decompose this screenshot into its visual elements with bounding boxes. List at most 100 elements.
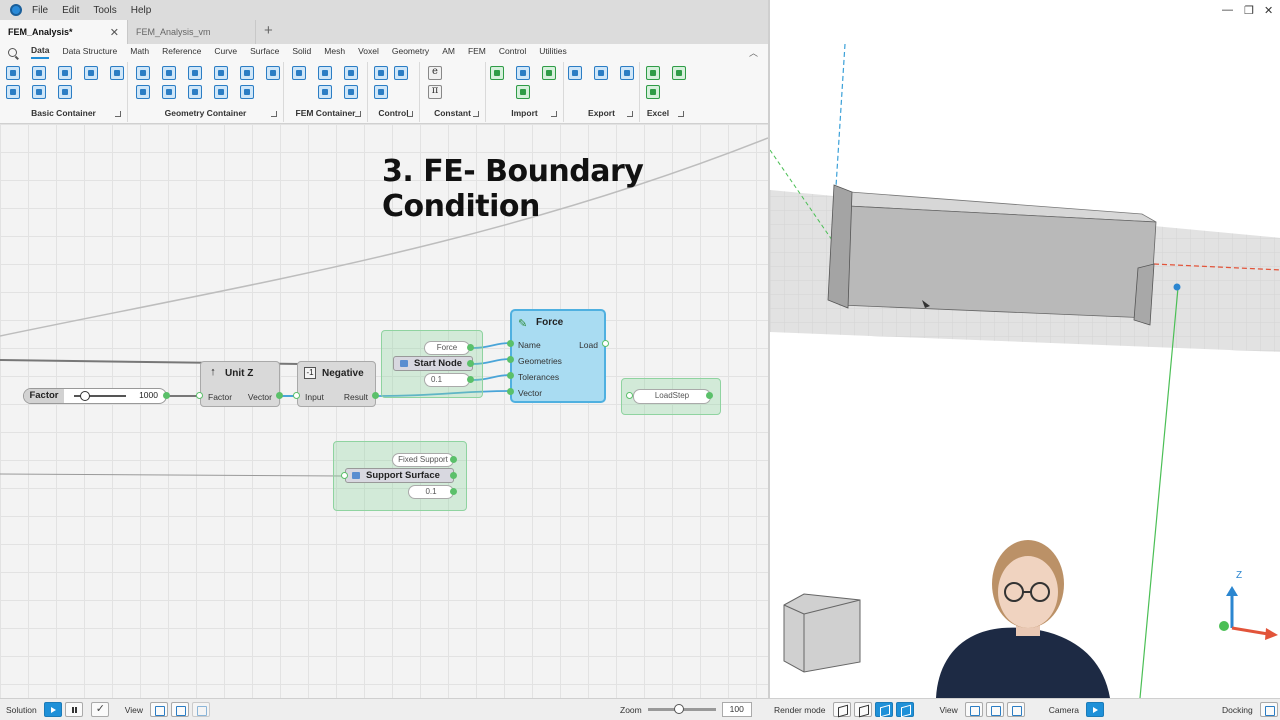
input-pin[interactable] — [507, 356, 514, 363]
tab-fem-analysis[interactable]: FEM_Analysis* ✕ — [0, 20, 128, 44]
3d-viewport[interactable]: — ❐ ✕ Z — [768, 0, 1280, 698]
pause-button[interactable] — [64, 702, 83, 717]
panel-icon[interactable] — [394, 66, 408, 80]
container-icon[interactable] — [58, 85, 72, 99]
input-pin[interactable] — [196, 392, 203, 399]
geometry-icon[interactable] — [214, 66, 228, 80]
output-pin[interactable] — [467, 376, 474, 383]
output-pin[interactable] — [467, 344, 474, 351]
docking-button[interactable] — [1259, 702, 1278, 717]
collapse-ribbon-icon[interactable]: ︿ — [749, 46, 758, 59]
container-icon[interactable] — [32, 85, 46, 99]
container-icon[interactable] — [110, 66, 124, 80]
input-pin[interactable] — [507, 388, 514, 395]
output-pin[interactable] — [372, 392, 379, 399]
output-pin[interactable] — [450, 488, 457, 495]
menu-help[interactable]: Help — [131, 5, 152, 16]
input-pin[interactable] — [293, 392, 300, 399]
force-name-pill[interactable]: Force — [424, 341, 470, 355]
force-node[interactable]: ✎ Force Name Geometries Tolerances Vecto… — [510, 309, 606, 403]
menu-file[interactable]: File — [32, 5, 48, 16]
fem-icon[interactable] — [318, 85, 332, 99]
loadstep-pill[interactable]: LoadStep — [633, 389, 711, 404]
export-icon[interactable] — [620, 66, 634, 80]
import-image-icon[interactable] — [516, 85, 530, 99]
factor-slider-node[interactable]: Factor 1000 — [23, 388, 167, 404]
toggle-icon[interactable] — [374, 66, 388, 80]
output-pin[interactable] — [163, 392, 170, 399]
group-expander-icon[interactable] — [551, 111, 557, 117]
rendered-mode-button[interactable] — [895, 702, 914, 717]
zoom-input[interactable]: 100 — [721, 702, 752, 717]
slider-knob[interactable] — [80, 391, 90, 401]
close-icon[interactable]: ✕ — [110, 26, 119, 39]
import-icon[interactable] — [542, 66, 556, 80]
cat-tab-solid[interactable]: Solid — [292, 46, 311, 58]
group-expander-icon[interactable] — [627, 111, 633, 117]
geometry-icon[interactable] — [214, 85, 228, 99]
cat-tab-data[interactable]: Data — [31, 45, 50, 59]
geometry-icon[interactable] — [136, 66, 150, 80]
export-icon[interactable] — [568, 66, 582, 80]
menu-edit[interactable]: Edit — [62, 5, 79, 16]
zoom-window-button[interactable] — [192, 702, 210, 717]
cat-tab-utilities[interactable]: Utilities — [539, 46, 566, 58]
geometry-icon[interactable] — [188, 66, 202, 80]
input-pin[interactable] — [341, 472, 348, 479]
geometry-icon[interactable] — [188, 85, 202, 99]
negative-node[interactable]: -1 Negative Input Result — [297, 361, 376, 407]
geometry-icon[interactable] — [240, 85, 254, 99]
unit-z-node[interactable]: ↑ Unit Z Factor Vector — [200, 361, 280, 407]
slider-icon[interactable] — [374, 85, 388, 99]
cat-tab-surface[interactable]: Surface — [250, 46, 279, 58]
input-pin[interactable] — [507, 340, 514, 347]
excel-icon[interactable] — [646, 85, 660, 99]
container-icon[interactable] — [6, 66, 20, 80]
cat-tab-data-structure[interactable]: Data Structure — [62, 46, 117, 58]
fixed-support-pill[interactable]: Fixed Support — [392, 453, 454, 467]
restore-icon[interactable]: ❐ — [1244, 4, 1254, 17]
check-button[interactable] — [90, 702, 109, 717]
minimize-icon[interactable]: — — [1222, 4, 1233, 16]
group-expander-icon[interactable] — [271, 111, 277, 117]
group-expander-icon[interactable] — [678, 111, 684, 117]
fem-icon[interactable] — [344, 85, 358, 99]
zoom-slider[interactable] — [647, 704, 716, 714]
wireframe-mode-button[interactable] — [832, 702, 851, 717]
fem-icon[interactable] — [344, 66, 358, 80]
geometry-icon[interactable] — [162, 66, 176, 80]
add-tab-icon[interactable]: + — [264, 22, 273, 39]
output-pin[interactable] — [706, 392, 713, 399]
play-button[interactable] — [43, 702, 62, 717]
import-icon[interactable] — [490, 66, 504, 80]
tolerance-pill[interactable]: 0.1 — [408, 485, 454, 499]
tab-fem-analysis-vm[interactable]: FEM_Analysis_vm — [128, 20, 256, 44]
container-icon[interactable] — [32, 66, 46, 80]
import-icon[interactable] — [516, 66, 530, 80]
camera-button[interactable] — [1086, 702, 1105, 717]
close-icon[interactable]: ✕ — [1264, 4, 1273, 17]
shaded-mode-button[interactable] — [853, 702, 872, 717]
input-pin[interactable] — [507, 372, 514, 379]
output-pin[interactable] — [450, 456, 457, 463]
export-icon[interactable] — [594, 66, 608, 80]
view-frame-button[interactable] — [1006, 702, 1025, 717]
excel-icon[interactable] — [672, 66, 686, 80]
menu-tools[interactable]: Tools — [93, 5, 116, 16]
cat-tab-mesh[interactable]: Mesh — [324, 46, 345, 58]
euler-constant-icon[interactable]: e — [428, 66, 442, 80]
zoom-selection-button[interactable] — [985, 702, 1004, 717]
zoom-selection-button[interactable] — [171, 702, 189, 717]
cat-tab-fem[interactable]: FEM — [468, 46, 486, 58]
tolerance-pill[interactable]: 0.1 — [424, 373, 470, 387]
cat-tab-voxel[interactable]: Voxel — [358, 46, 379, 58]
cat-tab-curve[interactable]: Curve — [214, 46, 237, 58]
support-surface-node[interactable]: Support Surface — [345, 468, 454, 483]
cat-tab-geometry[interactable]: Geometry — [392, 46, 429, 58]
group-expander-icon[interactable] — [355, 111, 361, 117]
output-pin[interactable] — [467, 360, 474, 367]
group-expander-icon[interactable] — [473, 111, 479, 117]
container-icon[interactable] — [6, 85, 20, 99]
cat-tab-am[interactable]: AM — [442, 46, 455, 58]
pi-constant-icon[interactable]: π — [428, 85, 442, 99]
